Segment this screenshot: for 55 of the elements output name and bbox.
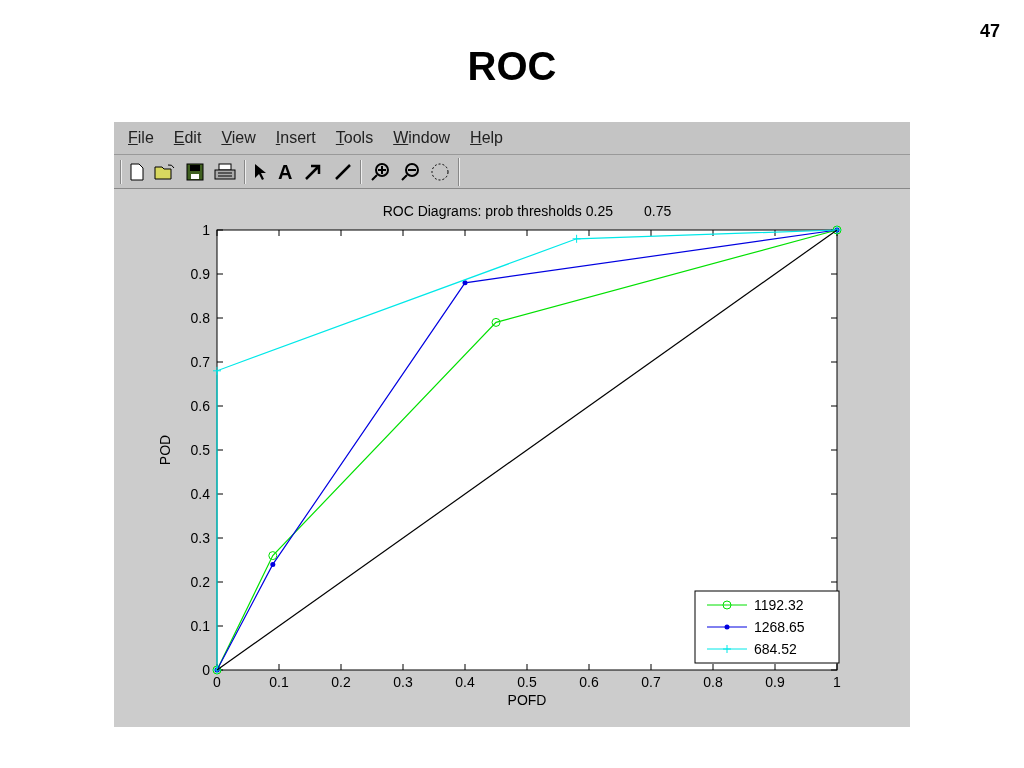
y-tick-label: 0.6 [190,398,210,414]
arrow-icon[interactable] [304,162,323,181]
legend-label: 684.52 [754,641,797,657]
x-tick-label: 0.3 [393,674,413,690]
menu-item[interactable]: Help [470,126,503,150]
x-tick-label: 1 [833,674,841,690]
x-tick-label: 0.4 [455,674,475,690]
menu-item[interactable]: Edit [173,126,202,150]
y-tick-label: 0.3 [190,530,210,546]
menu-item[interactable]: Tools [335,126,374,150]
x-tick-label: 0 [213,674,221,690]
legend-label: 1268.65 [754,619,805,635]
pointer-icon[interactable] [254,162,266,181]
legend-line-sample [706,600,748,610]
point [212,366,222,376]
y-tick-label: 1 [202,222,210,238]
text-tool-button[interactable]: A [278,161,293,182]
x-tick-label: 0.5 [517,674,537,690]
y-axis-label: POD [157,434,173,466]
y-tick-label: 0 [202,662,210,678]
menu-item[interactable]: Insert [275,126,316,150]
y-tick-label: 0.7 [190,354,210,370]
menu-item[interactable]: Window [393,126,451,150]
y-tick-label: 0.9 [190,266,210,282]
legend-line-sample [706,624,748,630]
menu-item[interactable]: File [128,126,154,150]
slide-title: ROC [467,46,557,86]
legend-label: 1192.32 [754,597,804,613]
y-tick-label: 0.5 [190,442,210,458]
chart-title: ROC Diagrams: prob thresholds 0.25 0.75 [382,203,672,219]
y-tick-label: 0.4 [190,486,210,502]
y-tick-label: 0.2 [190,574,210,590]
save-icon[interactable] [186,162,204,181]
x-tick-label: 0.9 [765,674,785,690]
point [491,317,501,327]
y-tick-label: 0.8 [190,310,210,326]
menu-item[interactable]: View [221,126,256,150]
x-tick-label: 0.6 [579,674,599,690]
x-tick-label: 0.1 [269,674,289,690]
print-icon[interactable] [214,162,236,181]
rotate-icon[interactable] [430,161,451,182]
x-tick-label: 0.2 [331,674,351,690]
x-tick-label: 0.7 [641,674,661,690]
zoom-out-icon[interactable] [400,161,421,182]
page-number: 47 [979,20,1000,40]
line-icon[interactable] [334,162,353,181]
x-axis-label: POFD [507,692,547,708]
x-tick-label: 0.8 [703,674,723,690]
point [268,551,278,561]
legend-line-sample [706,644,748,654]
y-tick-label: 0.1 [190,618,210,634]
folder-icon[interactable] [154,163,176,180]
zoom-in-icon[interactable] [370,161,391,182]
point [572,234,582,244]
new-file-icon[interactable] [130,162,144,181]
